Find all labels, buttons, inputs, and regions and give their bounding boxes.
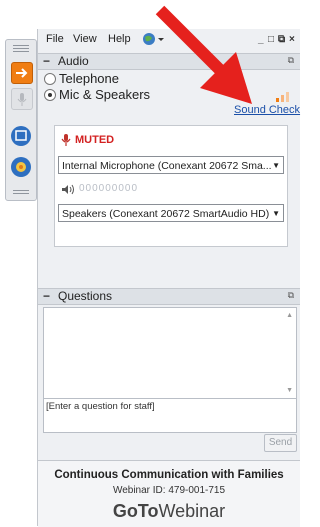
mic-speakers-label: Mic & Speakers	[59, 87, 151, 102]
logo-goto: GoTo	[112, 501, 159, 521]
telephone-label: Telephone	[59, 71, 119, 86]
microphone-icon	[17, 93, 27, 106]
mic-speakers-radio[interactable]	[44, 89, 56, 101]
menu-file[interactable]: File	[46, 33, 64, 45]
collapse-icon[interactable]: −	[43, 54, 50, 68]
telephone-option[interactable]: Telephone	[44, 71, 194, 87]
scroll-down-icon[interactable]: ▼	[286, 387, 293, 394]
raise-hand-button[interactable]	[11, 157, 31, 177]
microphone-button[interactable]	[11, 88, 33, 110]
dropdown-arrow-icon: ▼	[272, 209, 280, 218]
menu-view[interactable]: View	[73, 33, 97, 45]
screen-icon	[15, 130, 27, 141]
questions-log[interactable]: ▲ ▼	[43, 307, 297, 399]
menu-bar: File View Help _ □ ⧉ ×	[38, 29, 300, 51]
gotowebinar-panel: File View Help _ □ ⧉ × − Audio ⧉ Telepho…	[37, 29, 300, 527]
grip-line	[13, 48, 29, 49]
grip-line	[13, 193, 29, 194]
webinar-id-line: Webinar ID: 479-001-715	[38, 485, 300, 496]
webinar-id-label: Webinar ID:	[112, 485, 166, 496]
arrow-toggle-button[interactable]	[11, 62, 33, 84]
menu-help[interactable]: Help	[108, 33, 131, 45]
audio-title: Audio	[58, 54, 89, 68]
sound-check-link[interactable]: Sound Check	[234, 104, 300, 116]
mic-speakers-option[interactable]: Mic & Speakers	[44, 87, 194, 103]
popout-icon[interactable]: ⧉	[288, 55, 294, 66]
webinar-info-footer: Continuous Communication with Families W…	[38, 460, 300, 527]
audio-section-header[interactable]: − Audio ⧉	[38, 53, 300, 70]
globe-language-menu[interactable]	[142, 32, 166, 49]
dropdown-arrow-icon: ▼	[272, 161, 280, 170]
grip-line	[13, 190, 29, 191]
question-input[interactable]: [Enter a question for staff]	[43, 398, 297, 433]
collapse-icon[interactable]: −	[43, 289, 50, 303]
grip-line	[13, 45, 29, 46]
hand-icon	[16, 162, 26, 172]
questions-title: Questions	[58, 289, 113, 303]
muted-label: MUTED	[75, 134, 115, 146]
scroll-up-icon[interactable]: ▲	[286, 312, 293, 319]
question-input-placeholder: [Enter a question for staff]	[46, 401, 155, 412]
screen-button[interactable]	[11, 126, 31, 146]
microphone-icon	[61, 134, 71, 146]
gotowebinar-logo: GoToWebinar	[38, 501, 300, 522]
speaker-level-meter: 000000000	[79, 183, 139, 194]
globe-icon	[143, 33, 164, 45]
grip-line	[13, 51, 29, 52]
signal-strength-icon	[276, 92, 289, 102]
side-toolbar	[5, 39, 37, 201]
minimize-button[interactable]: _	[258, 34, 264, 45]
speakers-select-value: Speakers (Conexant 20672 SmartAudio HD)	[62, 208, 270, 220]
restore-button[interactable]: □	[268, 34, 274, 45]
speaker-icon	[62, 184, 74, 195]
popout-button[interactable]: ⧉	[278, 34, 285, 45]
microphone-select-value: Internal Microphone (Conexant 20672 Sma.…	[62, 160, 272, 172]
questions-section-header[interactable]: − Questions ⧉	[38, 288, 300, 305]
webinar-title: Continuous Communication with Families	[54, 469, 284, 481]
speakers-select[interactable]: Speakers (Conexant 20672 SmartAudio HD) …	[58, 204, 284, 222]
popout-icon[interactable]: ⧉	[288, 290, 294, 301]
send-button[interactable]: Send	[264, 434, 297, 452]
microphone-select[interactable]: Internal Microphone (Conexant 20672 Sma.…	[58, 156, 284, 174]
logo-webinar: Webinar	[158, 501, 226, 521]
arrow-right-icon	[16, 68, 28, 78]
close-button[interactable]: ×	[289, 34, 295, 45]
audio-settings-box: MUTED Internal Microphone (Conexant 2067…	[54, 125, 288, 247]
webinar-id: 479-001-715	[168, 485, 226, 496]
telephone-radio[interactable]	[44, 73, 56, 85]
